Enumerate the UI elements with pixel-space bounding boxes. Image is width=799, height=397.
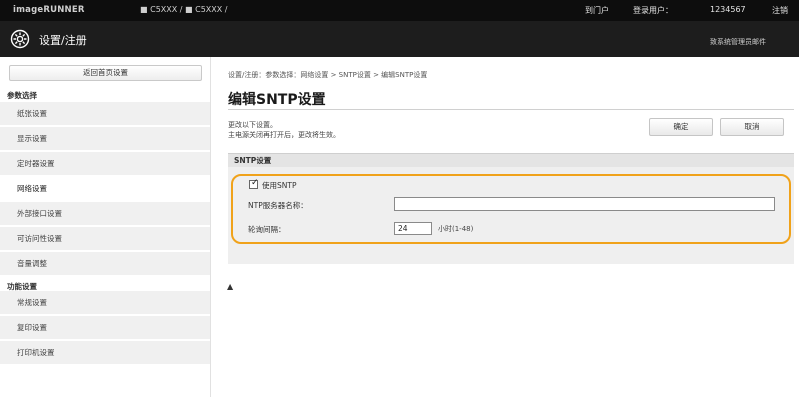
sntp-section-header: SNTP设置 <box>228 153 794 167</box>
breadcrumb: 设置/注册：参数选择：网络设置 > SNTP设置 > 编辑SNTP设置 <box>228 71 428 79</box>
mail-admin-link[interactable]: 致系统管理员邮件 <box>710 37 766 47</box>
ok-button[interactable]: 确定 <box>649 118 713 136</box>
sidebar-item-network[interactable]: 网络设置 <box>0 177 210 201</box>
sidebar-item-paper[interactable]: 纸张设置 <box>0 102 210 126</box>
description-line-1: 更改以下设置。 <box>228 121 277 129</box>
logout-link[interactable]: 注销 <box>772 5 788 16</box>
description: 更改以下设置。 主电源关闭再打开后，更改将生效。 <box>228 120 340 140</box>
settings-gear-icon <box>10 29 30 49</box>
back-to-top-icon[interactable]: ▲ <box>227 282 233 291</box>
cancel-button[interactable]: 取消 <box>720 118 784 136</box>
sidebar-item-accessibility[interactable]: 可访问性设置 <box>0 227 210 251</box>
sidebar-item-copy[interactable]: 复印设置 <box>0 316 210 340</box>
sidebar-section-preferences: 参数选择 <box>7 91 37 100</box>
highlight-callout <box>231 174 791 244</box>
sidebar-item-timer[interactable]: 定时器设置 <box>0 152 210 176</box>
sidebar-item-printer[interactable]: 打印机设置 <box>0 341 210 365</box>
login-user-name: 1234567 <box>710 5 746 14</box>
product-logo: imageRUNNER <box>13 5 85 15</box>
back-to-home-button[interactable]: 返回首页设置 <box>9 65 202 81</box>
top-bar: imageRUNNER ■ C5XXX / ■ C5XXX / 到门户 登录用户… <box>0 0 799 21</box>
sidebar-item-common[interactable]: 常规设置 <box>0 291 210 315</box>
page-header-title: 设置/注册 <box>39 34 87 47</box>
sidebar-item-display[interactable]: 显示设置 <box>0 127 210 151</box>
description-line-2: 主电源关闭再打开后，更改将生效。 <box>228 131 340 139</box>
sidebar-item-volume[interactable]: 音量调整 <box>0 252 210 276</box>
portal-link[interactable]: 到门户 <box>585 5 609 16</box>
title-bar: 设置/注册 致系统管理员邮件 <box>0 21 799 57</box>
login-user-label: 登录用户： <box>633 6 673 15</box>
page-title: 编辑SNTP设置 <box>228 92 326 108</box>
title-divider <box>228 109 794 110</box>
sidebar-item-external-interface[interactable]: 外部接口设置 <box>0 202 210 226</box>
sidebar: 返回首页设置 参数选择 纸张设置 显示设置 定时器设置 网络设置 外部接口设置 … <box>0 57 211 397</box>
device-model: ■ C5XXX / ■ C5XXX / <box>140 5 228 14</box>
main-content: 设置/注册：参数选择：网络设置 > SNTP设置 > 编辑SNTP设置 编辑SN… <box>211 57 799 397</box>
